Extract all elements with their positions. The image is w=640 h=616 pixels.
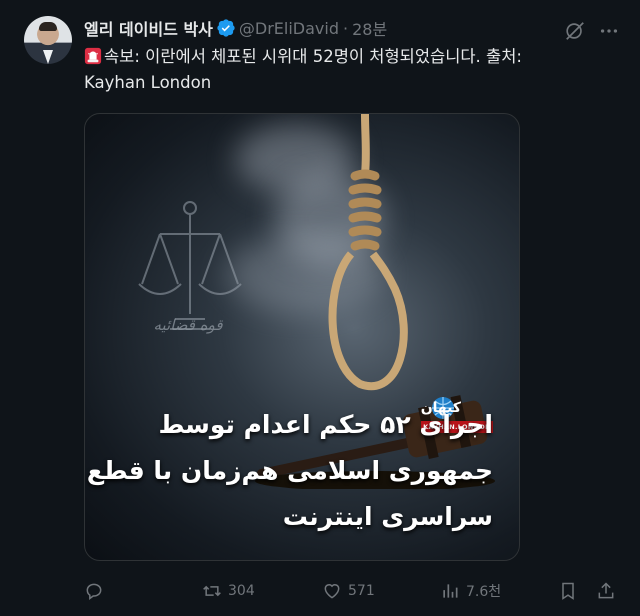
like-icon xyxy=(324,584,340,599)
tweet-time[interactable]: 28분 xyxy=(352,16,387,40)
tweet[interactable]: 엘리 데이비드 박사 @DrEliDavid · 28분 속보: 이란에서 체포… xyxy=(0,0,640,616)
header-separator: · xyxy=(343,18,349,38)
tweet-media[interactable]: قوه قضائیه کیهان KAYHAN.LONDON اجرای ۵۲ … xyxy=(84,113,520,561)
reply-icon xyxy=(86,583,102,600)
tweet-actions: 304 571 7.6천 xyxy=(84,574,620,608)
media-headline: اجرای ۵۲ حکم اعدام توسط جمهوری اسلامی هم… xyxy=(86,402,493,540)
bookmark-icon xyxy=(562,582,574,600)
views-button[interactable]: 7.6천 xyxy=(440,574,501,608)
tweet-text-line1: 속보: 이란에서 체포된 시위대 52명이 처형되었습니다. 출처: xyxy=(104,47,522,66)
avatar[interactable] xyxy=(24,16,72,64)
reply-button[interactable] xyxy=(84,574,110,608)
siren-emoji xyxy=(84,47,102,65)
more-icon[interactable] xyxy=(598,20,620,42)
views-count: 7.6천 xyxy=(466,584,502,600)
share-icon xyxy=(598,582,614,599)
retweet-count: 304 xyxy=(228,583,255,599)
retweet-button[interactable]: 304 xyxy=(202,574,255,608)
headline-line: اجرای ۵۲ حکم اعدام توسط xyxy=(158,410,493,439)
grok-icon[interactable] xyxy=(564,20,586,42)
share-button[interactable] xyxy=(596,574,616,608)
retweet-icon xyxy=(203,585,221,597)
bookmark-button[interactable] xyxy=(558,574,578,608)
author-handle[interactable]: @DrEliDavid xyxy=(239,19,339,38)
views-icon xyxy=(443,584,458,598)
like-button[interactable]: 571 xyxy=(322,574,375,608)
like-count: 571 xyxy=(348,583,375,599)
tweet-text: 속보: 이란에서 체포된 시위대 52명이 처형되었습니다. 출처: Kayha… xyxy=(84,44,604,96)
author-name[interactable]: 엘리 데이비드 박사 xyxy=(84,16,213,40)
noose-icon xyxy=(328,114,408,391)
headline-line: سراسری اینترنت xyxy=(282,502,493,531)
tweet-text-line2[interactable]: Kayhan London xyxy=(84,70,604,96)
tweet-header: 엘리 데이비드 박사 @DrEliDavid · 28분 xyxy=(84,14,387,42)
verified-badge-icon xyxy=(217,19,235,37)
scales-of-justice-icon xyxy=(138,201,242,330)
judiciary-caption: قوه قضائیه xyxy=(153,316,223,334)
headline-line: جمهوری اسلامی هم‌زمان با قطع xyxy=(86,456,493,485)
